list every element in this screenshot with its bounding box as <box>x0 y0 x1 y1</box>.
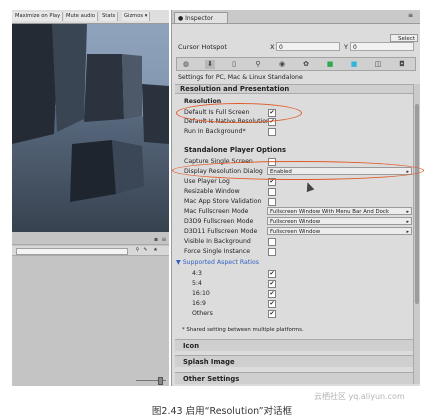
section-icon[interactable]: Icon <box>175 339 413 351</box>
scrollbar-thumb[interactable] <box>415 104 419 304</box>
aspect-others-label: Others <box>192 310 213 317</box>
force-single-instance-label: Force Single Instance <box>184 248 251 255</box>
d3d9-fullscreen-mode-label: D3D9 Fullscreen Mode <box>184 218 254 225</box>
menu-icon[interactable]: ≡ <box>160 236 168 243</box>
lock-icon[interactable]: ▪ <box>152 236 160 243</box>
chevron-down-icon: ▸ <box>406 169 409 175</box>
inspector-titlebar: ● Inspector ≡ <box>172 10 420 24</box>
aspect-5-4-label: 5:4 <box>192 280 202 287</box>
cursor-hotspot-label: Cursor Hotspot <box>178 43 227 51</box>
aspect-4-3-label: 4:3 <box>192 270 202 277</box>
aspect-4-3-checkbox[interactable]: ✔ <box>268 270 276 278</box>
section-title-resolution-presentation: Resolution and Presentation <box>180 85 290 93</box>
panel-toolbar: ⚲ ✎ ★ <box>12 246 169 256</box>
resizable-window-checkbox[interactable] <box>268 188 276 196</box>
hotspot-y-label: Y <box>344 43 348 51</box>
mute-audio-toggle[interactable]: Mute audio <box>64 12 99 21</box>
panel-header: ▪ ≡ <box>12 235 169 245</box>
hotspot-y-field[interactable]: 0 <box>350 42 414 51</box>
ps-platform-icon[interactable]: ◘ <box>397 60 407 69</box>
d3d11-fullscreen-mode-dropdown[interactable]: Fullscreen Window ▸ <box>267 227 412 235</box>
aspect-5-4-checkbox[interactable]: ✔ <box>268 280 276 288</box>
default-is-native-resolution-checkbox[interactable]: ✔ <box>268 118 276 126</box>
force-single-instance-checkbox[interactable] <box>268 248 276 256</box>
d3d11-fullscreen-mode-label: D3D11 Fullscreen Mode <box>184 228 258 235</box>
inspector-panel: ● Inspector ≡ Select Cursor Hotspot X 0 … <box>171 10 420 386</box>
tag-icon[interactable]: ✎ <box>142 247 149 253</box>
ios-platform-icon[interactable]: ▯ <box>229 60 239 69</box>
android-platform-icon[interactable]: ⚲ <box>253 60 263 69</box>
game-view: Maximize on Play Mute audio Stats Gizmos… <box>12 10 169 386</box>
star-icon[interactable]: ★ <box>152 247 159 253</box>
select-button[interactable]: Select <box>390 34 418 42</box>
inspector-scrollbar[interactable] <box>413 84 420 384</box>
settings-for-label: Settings for PC, Mac & Linux Standalone <box>178 74 303 81</box>
shared-setting-note: * Shared setting between multiple platfo… <box>182 327 304 333</box>
resizable-window-label: Resizable Window <box>184 188 240 195</box>
maximize-on-play-toggle[interactable]: Maximize on Play <box>13 12 64 21</box>
inspector-tab[interactable]: ● Inspector <box>174 12 228 23</box>
search-field[interactable] <box>16 248 128 255</box>
run-in-background-checkbox[interactable] <box>268 128 276 136</box>
default-is-full-screen-label: Default Is Full Screen <box>184 109 250 116</box>
aspect-16-9-checkbox[interactable]: ✔ <box>268 300 276 308</box>
watermark: 云栖社区 yq.aliyun.com <box>314 392 405 401</box>
xbox-platform-icon[interactable]: ■ <box>325 60 335 69</box>
webgl-platform-icon[interactable]: ◉ <box>277 60 287 69</box>
samsung-tv-platform-icon[interactable]: ◫ <box>373 60 383 69</box>
standalone-platform-icon[interactable]: ⬇ <box>205 60 215 69</box>
use-player-log-label: Use Player Log <box>184 178 230 185</box>
aspect-16-10-label: 16:10 <box>192 290 210 297</box>
section-other-settings[interactable]: Other Settings <box>175 372 413 384</box>
aspect-16-10-checkbox[interactable]: ✔ <box>268 290 276 298</box>
d3d9-fullscreen-mode-value: Fullscreen Window <box>270 219 321 225</box>
inspector-tab-label: Inspector <box>185 15 214 22</box>
use-player-log-checkbox[interactable]: ✔ <box>268 178 276 186</box>
d3d11-fullscreen-mode-value: Fullscreen Window <box>270 229 321 235</box>
windows-store-platform-icon[interactable]: ✿ <box>301 60 311 69</box>
game-lower-panel: ▪ ≡ ⚲ ✎ ★ <box>12 232 169 386</box>
standalone-player-options-header: Standalone Player Options <box>184 146 287 154</box>
platform-tabs: ◍ ⬇ ▯ ⚲ ◉ ✿ ■ ■ ◫ ◘ <box>176 57 416 71</box>
chevron-down-icon: ▸ <box>406 209 409 215</box>
mac-fullscreen-mode-dropdown[interactable]: Fullscreen Window With Menu Bar And Dock… <box>267 207 412 215</box>
search-icon[interactable]: ⚲ <box>134 247 141 253</box>
display-resolution-dialog-label: Display Resolution Dialog <box>184 168 263 175</box>
mac-fullscreen-mode-label: Mac Fullscreen Mode <box>184 208 249 215</box>
aspect-16-9-label: 16:9 <box>192 300 206 307</box>
stats-toggle[interactable]: Stats <box>100 12 119 21</box>
hotspot-x-label: X <box>270 43 275 51</box>
default-is-full-screen-checkbox[interactable]: ✔ <box>268 109 276 117</box>
section-splash-image[interactable]: Splash Image <box>175 355 413 367</box>
display-resolution-dialog-dropdown[interactable]: Enabled ▸ <box>267 167 412 175</box>
chevron-down-icon: ▸ <box>406 219 409 225</box>
d3d9-fullscreen-mode-dropdown[interactable]: Fullscreen Window ▸ <box>267 217 412 225</box>
aspect-others-checkbox[interactable]: ✔ <box>268 310 276 318</box>
figure-caption: 图2.43 启用“Resolution”对话框 <box>151 406 293 417</box>
capture-single-screen-label: Capture Single Screen <box>184 158 253 165</box>
capture-single-screen-checkbox[interactable] <box>268 158 276 166</box>
chevron-down-icon: ▸ <box>406 229 409 235</box>
visible-in-background-label: Visible In Background <box>184 238 251 245</box>
visible-in-background-checkbox[interactable] <box>268 238 276 246</box>
resolution-header: Resolution <box>184 98 222 105</box>
panel-menu-icon[interactable]: ≡ <box>408 12 413 19</box>
zoom-slider-knob[interactable] <box>158 377 163 385</box>
mac-fullscreen-mode-value: Fullscreen Window With Menu Bar And Dock <box>270 209 389 215</box>
run-in-background-label: Run In Background* <box>184 128 246 135</box>
tizen-platform-icon[interactable]: ■ <box>349 60 359 69</box>
display-resolution-dialog-value: Enabled <box>270 169 292 175</box>
mac-app-store-validation-label: Mac App Store Validation <box>184 198 262 205</box>
gizmos-dropdown[interactable]: Gizmos ▾ <box>122 12 151 21</box>
default-is-native-resolution-label: Default Is Native Resolution <box>184 118 270 125</box>
mac-app-store-validation-checkbox[interactable] <box>268 198 276 206</box>
hotspot-x-field[interactable]: 0 <box>276 42 340 51</box>
game-scene-viewport[interactable] <box>12 24 169 232</box>
default-platform-icon[interactable]: ◍ <box>181 60 191 69</box>
supported-aspect-ratios-foldout[interactable]: ▼ Supported Aspect Ratios <box>176 259 259 266</box>
game-toolbar: Maximize on Play Mute audio Stats Gizmos… <box>12 10 169 24</box>
